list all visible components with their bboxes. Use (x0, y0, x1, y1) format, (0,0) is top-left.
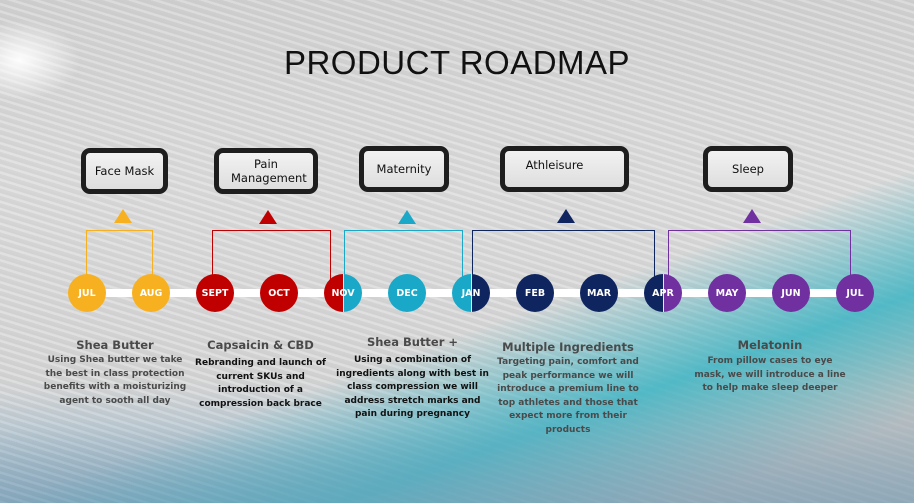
month-circle: JAN (452, 274, 490, 312)
description-heading: Melatonin (737, 338, 803, 352)
category-label: Sleep (732, 162, 764, 176)
description-face-mask: Shea Butter Using Shea butter we take th… (40, 337, 190, 408)
description-line: top athletes and those that (498, 397, 638, 408)
category-face-mask: Face Mask (81, 148, 168, 194)
category-athleisure: Athleisure (500, 146, 629, 192)
page-title: PRODUCT ROADMAP (283, 44, 631, 81)
description-line: agent to sooth all day (59, 395, 171, 406)
triangle-maternity-icon (398, 210, 416, 224)
description-line: Using a combination of (353, 355, 472, 365)
triangle-pain-management-icon (259, 210, 277, 224)
description-line: introduction of a (217, 385, 304, 395)
bracket-sleep (668, 230, 851, 294)
month-circle: OCT (260, 274, 298, 312)
description-line: peak performance we will (502, 370, 634, 381)
description-sleep: Melatonin From pillow cases to eye mask,… (690, 337, 850, 396)
description-line: benefits with a moisturizing (43, 382, 187, 392)
category-pain-management: Pain Management (214, 148, 318, 194)
category-label: Maternity (376, 162, 432, 176)
month-circle: APR (644, 274, 682, 312)
month-circle: AUG (132, 274, 170, 312)
description-heading: Capsaicin & CBD (207, 338, 314, 352)
month-label: MAR (586, 287, 612, 299)
month-circle: JUL (68, 274, 106, 312)
triangle-sleep-icon (743, 209, 761, 223)
description-line: mask, we will introduce a line (694, 369, 846, 380)
description-line: to help make sleep deeper (702, 383, 838, 393)
description-line: expect more from their (509, 411, 627, 421)
category-label: Pain Management (231, 157, 307, 185)
description-maternity: Shea Butter + Using a combination of ing… (335, 334, 490, 422)
month-label: JUN (781, 287, 801, 299)
month-circle: FEB (516, 274, 554, 312)
description-line: current SKUs and (216, 371, 305, 382)
month-circle: MAY (708, 274, 746, 312)
month-circle: JUL (836, 274, 874, 312)
description-line: Using Shea butter we take (47, 355, 183, 365)
month-label: SEPT (201, 287, 229, 299)
triangle-athleisure-icon (557, 209, 575, 223)
month-circle: JUN (772, 274, 810, 312)
description-line: class compression we will (347, 382, 478, 392)
description-line: ingredients along with best in (336, 368, 489, 379)
description-athleisure: Multiple Ingredients Targeting pain, com… (493, 339, 643, 437)
month-label: JUL (78, 287, 96, 299)
bracket-athleisure (472, 230, 655, 294)
month-circle: DEC (388, 274, 426, 312)
month-label: FEB (524, 287, 546, 299)
description-line: address stretch marks and (344, 395, 481, 406)
month-label: OCT (268, 287, 290, 299)
month-label: JUL (846, 287, 864, 299)
description-line: the best in class protection (45, 368, 185, 379)
description-line: Targeting pain, comfort and (497, 357, 639, 367)
description-line: From pillow cases to eye (707, 356, 833, 366)
description-line: pain during pregnancy (354, 409, 470, 419)
category-sleep: Sleep (703, 146, 793, 192)
category-maternity: Maternity (359, 146, 449, 192)
month-label: JAN (461, 287, 481, 299)
description-heading: Shea Butter + (366, 335, 459, 349)
month-label: DEC (396, 287, 418, 299)
description-pain-management: Capsaicin & CBD Rebranding and launch of… (193, 337, 328, 411)
triangle-face-mask-icon (114, 209, 132, 223)
month-label: NOV (331, 287, 355, 299)
month-circle: NOV (324, 274, 362, 312)
description-heading: Multiple Ingredients (502, 340, 634, 354)
month-circle: SEPT (196, 274, 234, 312)
description-line: Rebranding and launch of (195, 358, 326, 368)
month-label: MAY (715, 287, 739, 299)
category-label: Face Mask (94, 164, 155, 178)
description-line: introduce a premium line to (497, 384, 639, 394)
category-label: Athleisure (525, 158, 584, 172)
month-label: APR (652, 287, 674, 299)
description-line: compression back brace (199, 398, 322, 409)
description-line: products (545, 424, 591, 435)
month-label: AUG (139, 287, 163, 299)
description-heading: Shea Butter (76, 338, 154, 352)
month-circle: MAR (580, 274, 618, 312)
